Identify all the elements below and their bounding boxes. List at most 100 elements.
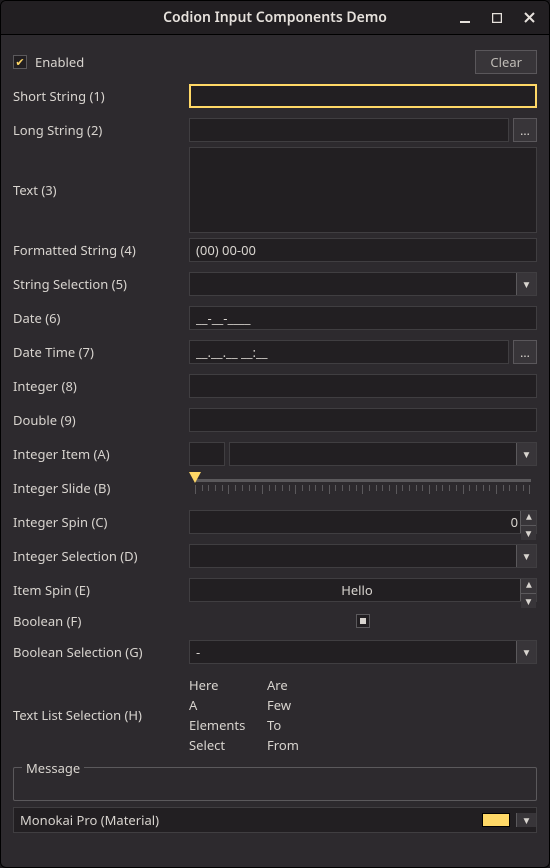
integer-item-input[interactable] <box>189 442 225 466</box>
close-icon <box>524 12 535 23</box>
spinner-down-button[interactable]: ▼ <box>521 526 536 540</box>
text-textarea[interactable] <box>189 147 537 233</box>
integer-item-label: Integer Item (A) <box>13 445 181 463</box>
message-legend: Message <box>22 759 84 777</box>
datetime-row: Date Time (7) __.__.__ __:__ ... <box>13 335 537 369</box>
list-item[interactable]: To <box>267 716 327 734</box>
chevron-down-icon: ▼ <box>516 641 536 663</box>
list-item[interactable]: Few <box>267 696 327 714</box>
short-string-row: Short String (1) <box>13 79 537 113</box>
window-controls <box>449 1 545 34</box>
indeterminate-icon <box>360 618 366 624</box>
datetime-label: Date Time (7) <box>13 343 181 361</box>
boolean-selection-value: - <box>196 643 200 661</box>
text-label: Text (3) <box>13 181 181 199</box>
titlebar: Codion Input Components Demo <box>1 1 549 35</box>
item-spinner-value: Hello <box>196 581 518 599</box>
integer-item-row: Integer Item (A) ▼ <box>13 437 537 471</box>
double-input[interactable] <box>189 408 537 432</box>
integer-spinner[interactable]: 0 ▼ ▼ <box>189 510 537 534</box>
enabled-checkbox[interactable]: ✔ <box>13 55 27 69</box>
window-title: Codion Input Components Demo <box>163 8 387 27</box>
spinner-up-button[interactable]: ▼ <box>521 511 536 526</box>
chevron-down-icon: ▼ <box>516 813 536 827</box>
close-button[interactable] <box>513 4 545 32</box>
slider-ticks <box>195 485 531 495</box>
formatted-string-row: Formatted String (4) (00) 00-00 <box>13 233 537 267</box>
formatted-string-label: Formatted String (4) <box>13 241 181 259</box>
date-label: Date (6) <box>13 309 181 327</box>
list-item[interactable]: Here <box>189 676 261 694</box>
list-item[interactable]: Select <box>189 736 261 754</box>
chevron-down-icon: ▼ <box>516 273 536 295</box>
integer-selection-label: Integer Selection (D) <box>13 547 181 565</box>
string-selection-label: String Selection (5) <box>13 275 181 293</box>
datetime-more-button[interactable]: ... <box>513 340 537 364</box>
form-body: ✔ Enabled Clear Short String (1) Long St… <box>1 35 549 867</box>
boolean-label: Boolean (F) <box>13 612 181 630</box>
double-label: Double (9) <box>13 411 181 429</box>
chevron-down-icon: ▼ <box>516 443 536 465</box>
formatted-string-input[interactable]: (00) 00-00 <box>189 238 537 262</box>
long-string-row: Long String (2) ... <box>13 113 537 147</box>
clear-button[interactable]: Clear <box>475 50 537 74</box>
string-selection-row: String Selection (5) ▼ <box>13 267 537 301</box>
spinner-buttons: ▼ ▼ <box>520 579 536 601</box>
integer-selection-combo[interactable]: ▼ <box>189 544 537 568</box>
slider-track <box>195 479 531 482</box>
integer-slide-row: Integer Slide (B) <box>13 471 537 505</box>
long-string-input[interactable] <box>189 118 509 142</box>
integer-spin-label: Integer Spin (C) <box>13 513 181 531</box>
long-string-label: Long String (2) <box>13 121 181 139</box>
spinner-up-button[interactable]: ▼ <box>521 579 536 594</box>
enabled-row: ✔ Enabled Clear <box>13 45 537 79</box>
integer-slide-label: Integer Slide (B) <box>13 479 181 497</box>
integer-selection-row: Integer Selection (D) ▼ <box>13 539 537 573</box>
message-value <box>22 774 528 792</box>
chevron-down-icon: ▼ <box>516 545 536 567</box>
long-string-more-button[interactable]: ... <box>513 118 537 142</box>
integer-item-combo[interactable]: ▼ <box>229 442 537 466</box>
text-row: Text (3) <box>13 147 537 233</box>
boolean-row: Boolean (F) <box>13 607 537 635</box>
text-list-label: Text List Selection (H) <box>13 706 181 724</box>
item-spin-row: Item Spin (E) Hello ▼ ▼ <box>13 573 537 607</box>
theme-swatch <box>482 813 510 827</box>
integer-spin-row: Integer Spin (C) 0 ▼ ▼ <box>13 505 537 539</box>
double-row: Double (9) <box>13 403 537 437</box>
list-item[interactable]: Elements <box>189 716 261 734</box>
text-list[interactable]: Here Are A Few Elements To Select From <box>189 676 327 754</box>
list-item[interactable]: A <box>189 696 261 714</box>
short-string-input[interactable] <box>189 84 537 108</box>
integer-slider[interactable] <box>189 471 537 505</box>
list-item[interactable]: Are <box>267 676 327 694</box>
slider-thumb[interactable] <box>189 472 201 483</box>
integer-row: Integer (8) <box>13 369 537 403</box>
integer-spinner-value: 0 <box>196 513 518 531</box>
list-item[interactable]: From <box>267 736 327 754</box>
message-panel: Message <box>13 767 537 801</box>
footer: Monokai Pro (Material) ▼ <box>13 807 537 833</box>
short-string-label: Short String (1) <box>13 87 181 105</box>
enabled-label: Enabled <box>35 53 84 71</box>
date-input[interactable]: __-__-____ <box>189 306 537 330</box>
theme-combo[interactable]: Monokai Pro (Material) ▼ <box>13 807 537 833</box>
datetime-input[interactable]: __.__.__ __:__ <box>189 340 509 364</box>
minimize-icon <box>459 12 471 24</box>
string-selection-combo[interactable]: ▼ <box>189 272 537 296</box>
date-row: Date (6) __-__-____ <box>13 301 537 335</box>
boolean-selection-label: Boolean Selection (G) <box>13 643 181 661</box>
app-window: Codion Input Components Demo ✔ Enabled C… <box>0 0 550 868</box>
boolean-selection-row: Boolean Selection (G) - ▼ <box>13 635 537 669</box>
maximize-icon <box>492 13 502 23</box>
spinner-buttons: ▼ ▼ <box>520 511 536 533</box>
integer-input[interactable] <box>189 374 537 398</box>
maximize-button[interactable] <box>481 4 513 32</box>
minimize-button[interactable] <box>449 4 481 32</box>
spinner-down-button[interactable]: ▼ <box>521 594 536 608</box>
boolean-checkbox[interactable] <box>356 614 370 628</box>
boolean-selection-combo[interactable]: - ▼ <box>189 640 537 664</box>
item-spinner[interactable]: Hello ▼ ▼ <box>189 578 537 602</box>
theme-name: Monokai Pro (Material) <box>20 811 159 829</box>
integer-label: Integer (8) <box>13 377 181 395</box>
